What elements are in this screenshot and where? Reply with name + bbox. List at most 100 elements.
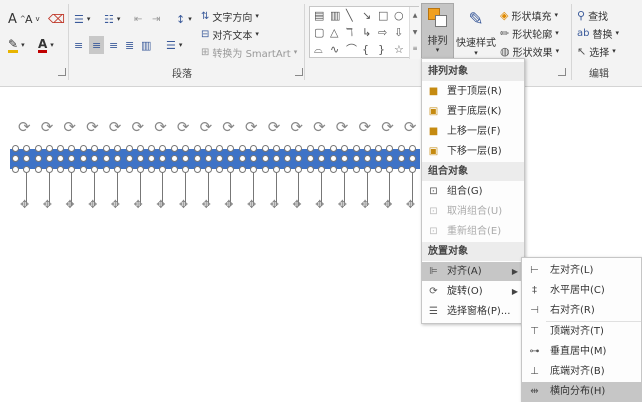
align-right-item[interactable]: ⊣ 右对齐(R)	[522, 301, 641, 320]
center-button[interactable]: ≡	[89, 36, 105, 54]
sizing-handle[interactable]	[57, 166, 65, 173]
move-handle-icon[interactable]: ✥	[406, 198, 415, 211]
sizing-handle[interactable]	[34, 145, 42, 152]
distribute-horizontally-item[interactable]: ⇹ 横向分布(H)	[522, 382, 641, 401]
move-handle-icon[interactable]: ✥	[111, 198, 120, 211]
rotation-handle-icon[interactable]: ⟳	[290, 118, 303, 136]
textbox-shape-icon[interactable]: ▤	[314, 10, 324, 22]
sizing-handle[interactable]	[125, 166, 133, 173]
sizing-handle[interactable]	[329, 145, 337, 152]
sizing-handle[interactable]	[45, 166, 53, 173]
arc-shape-icon[interactable]: ⌒	[346, 44, 357, 56]
sizing-handle[interactable]	[159, 166, 167, 173]
connector-shape-icon[interactable]: ↳	[362, 27, 371, 39]
convert-smartart-button[interactable]: ⊞ 转换为 SmartArt ▾	[201, 43, 297, 61]
sizing-handle[interactable]	[125, 145, 133, 152]
sizing-handle[interactable]	[80, 166, 88, 173]
shape-outline-button[interactable]: ✏ 形状轮廓 ▾	[500, 24, 559, 42]
sizing-handle[interactable]	[375, 166, 383, 173]
sizing-handle[interactable]	[193, 145, 201, 152]
rotation-handle-icon[interactable]: ⟳	[41, 118, 54, 136]
sizing-handle[interactable]	[113, 145, 121, 152]
arrow-shape-icon[interactable]: ↘	[362, 10, 371, 22]
rotation-handle-icon[interactable]: ⟳	[200, 118, 213, 136]
sizing-handle[interactable]	[170, 166, 178, 173]
sizing-handle[interactable]	[181, 166, 189, 173]
sizing-handle[interactable]	[227, 166, 235, 173]
sizing-handle[interactable]	[363, 155, 371, 162]
sizing-handle[interactable]	[329, 155, 337, 162]
star-shape-icon[interactable]: ☆	[394, 44, 404, 56]
sizing-handle[interactable]	[204, 145, 212, 152]
move-handle-icon[interactable]: ✥	[292, 198, 301, 211]
rotation-handle-icon[interactable]: ⟳	[381, 118, 394, 136]
sizing-handle[interactable]	[204, 155, 212, 162]
sizing-handle[interactable]	[102, 166, 110, 173]
line-spacing-button[interactable]: ↕ ▾	[176, 10, 192, 28]
quick-styles-button[interactable]: ✎ 快速样式 ▾	[455, 6, 497, 58]
shape-fill-button[interactable]: ◈ 形状填充 ▾	[500, 6, 558, 24]
sizing-handle[interactable]	[181, 155, 189, 162]
sizing-handle[interactable]	[239, 155, 246, 162]
sizing-handle[interactable]	[136, 145, 144, 152]
sizing-handle[interactable]	[113, 166, 121, 173]
sizing-handle[interactable]	[261, 166, 269, 173]
align-left-item[interactable]: ⊢ 左对齐(L)	[522, 261, 641, 280]
gallery-up-icon[interactable]: ▲	[410, 7, 420, 24]
gallery-down-icon[interactable]: ▼	[410, 24, 420, 41]
paragraph-dialog-launcher[interactable]	[295, 68, 303, 76]
grow-font-button[interactable]: A ^	[8, 10, 26, 28]
rectangle-shape-icon[interactable]: □	[378, 10, 388, 22]
move-handle-icon[interactable]: ✥	[315, 198, 324, 211]
sizing-handle[interactable]	[113, 155, 121, 162]
find-button[interactable]: ⚲ 查找	[577, 6, 608, 24]
rotation-handle-icon[interactable]: ⟳	[268, 118, 281, 136]
move-handle-icon[interactable]: ✥	[20, 198, 29, 211]
rotation-handle-icon[interactable]: ⟳	[359, 118, 372, 136]
sizing-handle[interactable]	[23, 166, 30, 173]
move-handle-icon[interactable]: ✥	[156, 198, 165, 211]
selection-pane-item[interactable]: ☰ 选择窗格(P)...	[422, 302, 524, 321]
sizing-handle[interactable]	[272, 155, 280, 162]
rotation-handle-icon[interactable]: ⟳	[154, 118, 167, 136]
sizing-handle[interactable]	[91, 166, 99, 173]
rotation-handle-icon[interactable]: ⟳	[63, 118, 76, 136]
highlight-color-button[interactable]: ✎ ▾	[8, 36, 25, 54]
select-button[interactable]: ↖ 选择 ▾	[577, 42, 616, 60]
sizing-handle[interactable]	[23, 145, 30, 152]
brace-left-shape-icon[interactable]: {	[362, 44, 369, 56]
distribute-button[interactable]: ☰ ▾	[166, 36, 182, 54]
sizing-handle[interactable]	[352, 145, 360, 152]
sizing-handle[interactable]	[295, 166, 303, 173]
text-direction-button[interactable]: ⇅ 文字方向 ▾	[201, 7, 259, 25]
clear-format-icon[interactable]: ⌫	[48, 10, 65, 28]
sizing-handle[interactable]	[250, 166, 257, 173]
sizing-handle[interactable]	[318, 166, 326, 173]
rotation-handle-icon[interactable]: ⟳	[132, 118, 145, 136]
sizing-handle[interactable]	[408, 166, 416, 173]
move-handle-icon[interactable]: ✥	[224, 198, 233, 211]
sizing-handle[interactable]	[272, 145, 280, 152]
shrink-font-button[interactable]: Av	[25, 10, 40, 28]
freeform-shape-icon[interactable]: ⌓	[314, 44, 323, 56]
decrease-indent-button[interactable]: ⇤	[134, 10, 142, 28]
drawing-dialog-launcher[interactable]	[558, 68, 566, 76]
increase-indent-button[interactable]: ⇥	[152, 10, 160, 28]
send-backward-item[interactable]: ▣ 下移一层(B)	[422, 142, 524, 161]
sizing-handle[interactable]	[352, 166, 360, 173]
sizing-handle[interactable]	[397, 145, 405, 152]
sizing-handle[interactable]	[170, 145, 178, 152]
sizing-handle[interactable]	[34, 155, 42, 162]
sizing-handle[interactable]	[45, 155, 53, 162]
gallery-more-icon[interactable]: ≡	[410, 41, 420, 57]
sizing-handle[interactable]	[136, 155, 144, 162]
align-left-button[interactable]: ≡	[74, 36, 83, 54]
sizing-handle[interactable]	[125, 155, 133, 162]
rotation-handle-icon[interactable]: ⟳	[404, 118, 417, 136]
rotation-handle-icon[interactable]: ⟳	[86, 118, 99, 136]
sizing-handle[interactable]	[102, 145, 110, 152]
sizing-handle[interactable]	[352, 155, 360, 162]
rotation-handle-icon[interactable]: ⟳	[177, 118, 190, 136]
vertical-textbox-shape-icon[interactable]: ▥	[330, 10, 340, 22]
sizing-handle[interactable]	[45, 145, 53, 152]
